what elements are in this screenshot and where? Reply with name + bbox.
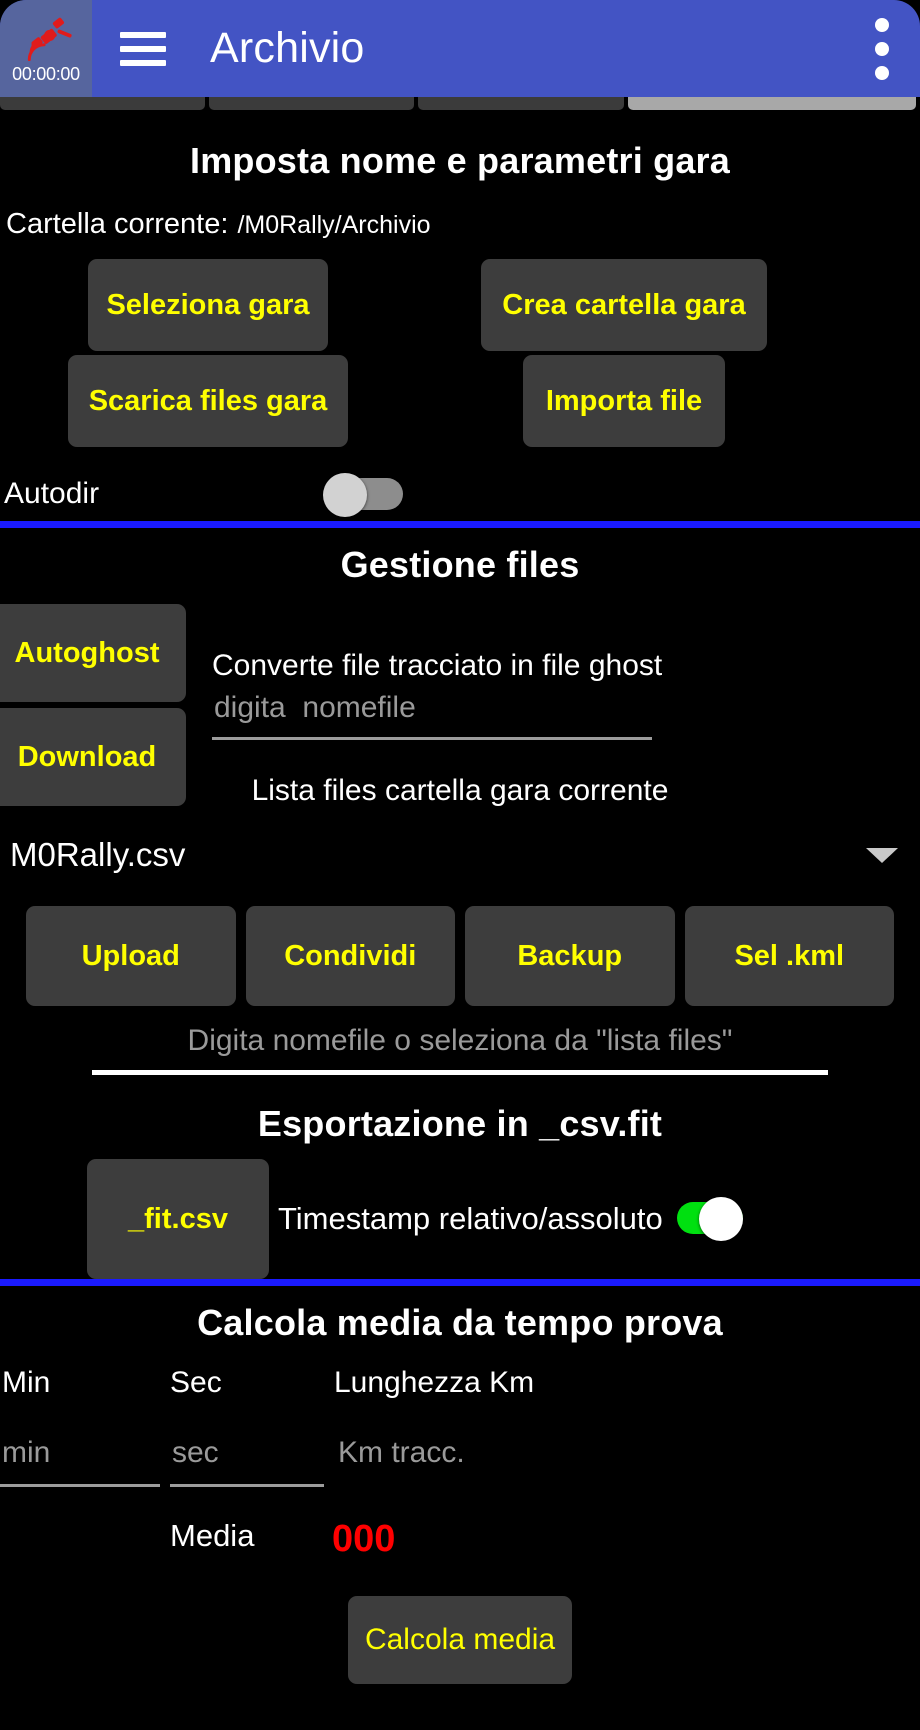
sec-input[interactable]: [170, 1436, 324, 1487]
calcola-media-button[interactable]: Calcola media: [348, 1596, 572, 1684]
media-label: Media: [170, 1518, 255, 1553]
autoghost-description: Converte file tracciato in file ghost: [212, 649, 663, 682]
download-filename-input[interactable]: [212, 691, 652, 740]
page-title: Archivio: [210, 24, 365, 72]
fit-csv-export-button[interactable]: _fit.csv: [87, 1159, 269, 1279]
chevron-down-icon: [866, 847, 898, 863]
tab-indicator-2[interactable]: [209, 97, 415, 110]
hamburger-menu-icon[interactable]: [120, 31, 166, 66]
scarica-files-gara-button[interactable]: Scarica files gara: [68, 355, 348, 447]
download-filename-field-wrap: [212, 683, 652, 740]
more-vertical-icon[interactable]: [874, 17, 890, 80]
file-side-button-column: Autoghost Download: [0, 604, 186, 806]
hamburger-bar: [120, 59, 166, 66]
more-dot: [875, 17, 889, 32]
min-input[interactable]: [0, 1436, 160, 1487]
filename-input[interactable]: [92, 1024, 828, 1075]
tab-indicator-strip[interactable]: [0, 97, 920, 115]
file-management-section: Gestione files Autoghost Download Conver…: [0, 544, 920, 1279]
tab-indicator-3[interactable]: [418, 97, 624, 110]
race-buttons-grid: Seleziona gara Crea cartella gara Scaric…: [0, 259, 920, 447]
autodir-label: Autodir: [4, 477, 100, 510]
km-header: Lunghezza Km: [334, 1366, 535, 1399]
condividi-button[interactable]: Condividi: [245, 906, 455, 1006]
backup-button[interactable]: Backup: [465, 906, 675, 1006]
autodir-toggle[interactable]: [323, 473, 405, 517]
divider-race-files: [0, 521, 920, 528]
satellite-icon: [27, 17, 72, 62]
more-dot: [875, 65, 889, 80]
min-header: Min: [2, 1366, 51, 1399]
crea-cartella-gara-button[interactable]: Crea cartella gara: [481, 259, 767, 351]
satellite-timer: 00:00:00: [12, 64, 80, 84]
upload-button[interactable]: Upload: [26, 906, 236, 1006]
current-folder-row: Cartella corrente: /M0Rally/Archivio: [0, 208, 920, 241]
more-dot: [875, 41, 889, 56]
calc-button-row: Calcola media: [0, 1596, 920, 1684]
average-calculator-title: Calcola media da tempo prova: [197, 1302, 723, 1343]
export-title: Esportazione in _csv.fit: [257, 1103, 663, 1144]
filename-field-wrap: [0, 1024, 920, 1075]
tab-indicator-1[interactable]: [0, 97, 206, 110]
hamburger-bar: [120, 45, 166, 52]
file-action-buttons-row: Upload Condividi Backup Sel .kml: [0, 906, 920, 1006]
average-inputs-row: [0, 1436, 920, 1494]
timestamp-toggle-label: Timestamp relativo/assoluto: [278, 1201, 663, 1236]
export-row: _fit.csv Timestamp relativo/assoluto: [0, 1159, 920, 1279]
autodir-toggle-knob: [323, 473, 367, 517]
satellite-status-badge[interactable]: 00:00:00: [0, 0, 92, 97]
timestamp-toggle-knob: [699, 1197, 743, 1241]
race-settings-section: Imposta nome e parametri gara Cartella c…: [0, 140, 920, 521]
km-input[interactable]: [336, 1436, 588, 1484]
file-list-dropdown-value: M0Rally.csv: [10, 836, 186, 873]
media-value: 000: [332, 1518, 396, 1560]
app-bar: 00:00:00 Archivio: [0, 0, 920, 97]
media-result-row: Media 000: [0, 1518, 920, 1574]
race-settings-title: Imposta nome e parametri gara: [190, 140, 730, 181]
current-folder-path: /M0Rally/Archivio: [237, 211, 431, 239]
download-button[interactable]: Download: [0, 708, 186, 806]
autodir-row: Autodir: [0, 467, 920, 521]
importa-file-button[interactable]: Importa file: [523, 355, 725, 447]
file-list-dropdown[interactable]: M0Rally.csv: [0, 828, 920, 882]
file-management-title: Gestione files: [340, 544, 580, 585]
average-calculator-section: Calcola media da tempo prova Min Sec Lun…: [0, 1302, 920, 1684]
autoghost-button[interactable]: Autoghost: [0, 604, 186, 702]
sec-header: Sec: [170, 1366, 222, 1399]
divider-files-average: [0, 1279, 920, 1286]
tab-indicator-4-active[interactable]: [627, 97, 917, 110]
sel-kml-button[interactable]: Sel .kml: [684, 906, 894, 1006]
seleziona-gara-button[interactable]: Seleziona gara: [88, 259, 328, 351]
hamburger-bar: [120, 31, 166, 38]
current-folder-label: Cartella corrente:: [6, 208, 229, 240]
timestamp-toggle[interactable]: [663, 1197, 745, 1241]
average-headers-row: Min Sec Lunghezza Km: [0, 1366, 920, 1408]
